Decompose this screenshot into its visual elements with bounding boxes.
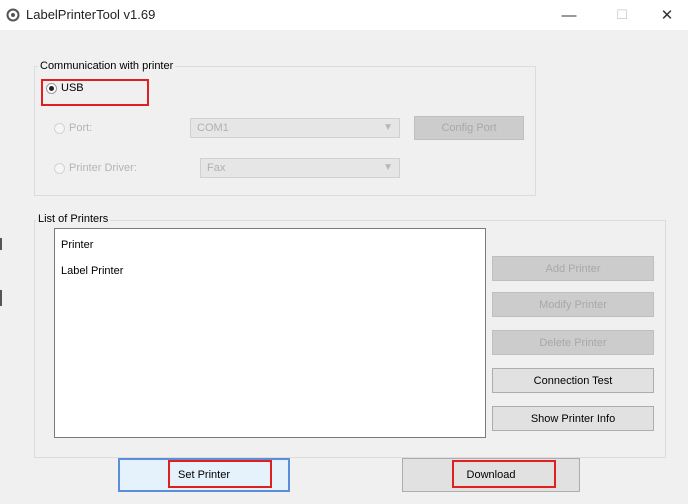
communication-group-label: Communication with printer: [38, 60, 176, 72]
printer-driver-radio-label: Printer Driver:: [69, 162, 137, 174]
printers-group-label: List of Printers: [36, 213, 111, 225]
show-printer-info-button[interactable]: Show Printer Info: [492, 406, 654, 431]
port-radio-label: Port:: [69, 122, 93, 134]
modify-printer-button[interactable]: Modify Printer: [492, 292, 654, 317]
chevron-down-icon: ▼: [383, 122, 393, 133]
minimize-button[interactable]: —: [552, 4, 586, 26]
port-select-value: COM1: [197, 122, 229, 134]
printer-list[interactable]: Printer Label Printer: [54, 228, 486, 438]
usb-radio[interactable]: USB: [46, 82, 84, 94]
list-item[interactable]: Label Printer: [61, 265, 123, 277]
connection-test-button[interactable]: Connection Test: [492, 368, 654, 393]
gear-icon: [6, 8, 20, 22]
printer-driver-radio-indicator[interactable]: [54, 162, 65, 174]
title-bar: LabelPrinterTool v1.69 — ☐ ✕: [0, 0, 688, 30]
chevron-down-icon: ▼: [383, 162, 393, 173]
printer-driver-radio[interactable]: Printer Driver:: [54, 162, 137, 174]
window-title: LabelPrinterTool v1.69: [26, 7, 156, 22]
left-edge-mark: [0, 238, 2, 250]
maximize-button[interactable]: ☐: [605, 4, 639, 26]
printer-driver-select[interactable]: Fax ▼: [200, 158, 400, 178]
set-printer-button[interactable]: Set Printer: [118, 458, 290, 492]
port-select[interactable]: COM1 ▼: [190, 118, 400, 138]
config-port-button[interactable]: Config Port: [414, 116, 524, 140]
port-radio[interactable]: Port:: [54, 122, 92, 134]
list-item[interactable]: Printer: [61, 239, 93, 251]
app-window: LabelPrinterTool v1.69 — ☐ ✕ Communicati…: [0, 0, 688, 504]
close-button[interactable]: ✕: [650, 4, 684, 26]
delete-printer-button[interactable]: Delete Printer: [492, 330, 654, 355]
printer-driver-select-value: Fax: [207, 162, 226, 174]
usb-radio-label: USB: [61, 82, 84, 94]
add-printer-button[interactable]: Add Printer: [492, 256, 654, 281]
port-radio-indicator[interactable]: [54, 122, 65, 134]
download-button[interactable]: Download: [402, 458, 580, 492]
left-edge-mark: [0, 290, 2, 306]
usb-radio-indicator[interactable]: [46, 82, 57, 94]
